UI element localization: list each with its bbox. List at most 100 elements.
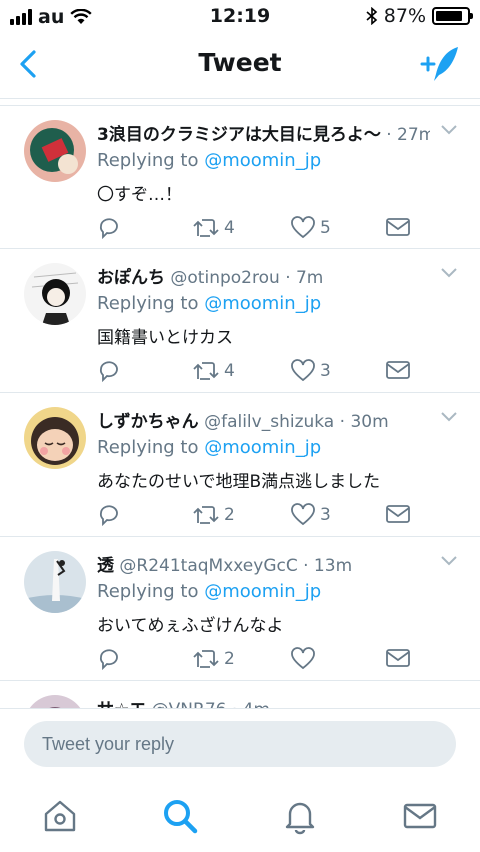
compose-tweet-icon[interactable] <box>420 44 462 84</box>
reply-icon <box>99 505 118 527</box>
replying-label: Replying to <box>97 293 205 314</box>
reply-icon <box>99 361 118 383</box>
reply-feed[interactable]: 3浪目のクラミジアは大目に見ろよ〜 · 27m Replying to @moo… <box>0 98 480 708</box>
like-button[interactable]: 5 <box>290 216 331 240</box>
tweet[interactable]: 透 @R241taqMxxeyGcC · 13m Replying to @mo… <box>0 537 480 681</box>
display-name[interactable]: 3浪目のクラミジアは大目に見ろよ〜 <box>97 125 381 145</box>
status-bar: au 12:19 87% <box>0 0 480 34</box>
mail-icon <box>386 218 410 236</box>
mention-link[interactable]: @moomin_jp <box>204 293 321 314</box>
retweet-icon <box>193 219 219 237</box>
retweet-button[interactable]: 4 <box>192 216 235 240</box>
retweet-icon <box>193 506 219 524</box>
like-count: 5 <box>320 218 331 238</box>
chevron-down-icon[interactable] <box>440 124 458 136</box>
like-button[interactable]: 3 <box>290 359 331 383</box>
avatar[interactable] <box>24 120 86 182</box>
retweet-button[interactable]: 2 <box>192 647 235 671</box>
display-name[interactable]: しずかちゃん <box>97 412 199 432</box>
direct-message-button[interactable] <box>385 647 411 669</box>
replying-label: Replying to <box>97 150 205 171</box>
timestamp: · 30m <box>339 412 389 432</box>
display-name[interactable]: おぽんち <box>97 268 165 288</box>
retweet-count: 4 <box>224 218 235 238</box>
heart-icon <box>291 503 315 526</box>
timestamp: · 27m <box>386 125 430 145</box>
tweet[interactable]: しずかちゃん @falilv_shizuka · 30m Replying to… <box>0 393 480 537</box>
tweet-text: あなたのせいで地理B満点逃しました <box>97 472 381 492</box>
avatar[interactable] <box>24 263 86 325</box>
tweet-header: おぽんち @otinpo2rou · 7m <box>97 263 430 288</box>
user-handle[interactable]: @VNR76 <box>152 700 227 708</box>
tweet-actions: 2 3 <box>97 503 417 531</box>
like-button[interactable]: 3 <box>290 503 331 527</box>
page-title: Tweet <box>198 48 282 77</box>
display-name[interactable]: 透 <box>97 556 114 576</box>
direct-message-button[interactable] <box>385 216 411 238</box>
tweet[interactable]: 3浪目のクラミジアは大目に見ろよ〜 · 27m Replying to @moo… <box>0 105 480 249</box>
battery-icon <box>432 7 473 25</box>
chevron-down-icon[interactable] <box>440 411 458 423</box>
tweet-actions: 2 <box>97 647 417 675</box>
tab-bar <box>0 780 480 852</box>
direct-message-button[interactable] <box>385 503 411 525</box>
bell-icon[interactable] <box>280 796 320 836</box>
tweet-text: おいてめぇふざけんなよ <box>97 616 284 636</box>
like-button[interactable] <box>290 647 320 671</box>
replying-to: Replying to @moomin_jp <box>97 293 321 314</box>
reply-button[interactable] <box>97 359 121 383</box>
reply-button[interactable] <box>97 216 121 240</box>
retweet-button[interactable]: 2 <box>192 503 235 527</box>
timestamp: · 7m <box>285 268 324 288</box>
retweet-button[interactable]: 4 <box>192 359 235 383</box>
avatar[interactable] <box>24 551 86 613</box>
mail-icon <box>386 649 410 667</box>
mention-link[interactable]: @moomin_jp <box>204 437 321 458</box>
tweet-header: サ☆エ @VNR76 · 4m <box>97 695 430 708</box>
user-handle[interactable]: @R241taqMxxeyGcC <box>119 556 297 576</box>
reply-input[interactable] <box>24 721 456 767</box>
chevron-down-icon[interactable] <box>440 555 458 567</box>
mention-link[interactable]: @moomin_jp <box>204 581 321 602</box>
reply-button[interactable] <box>97 647 121 671</box>
replying-to: Replying to @moomin_jp <box>97 437 321 458</box>
retweet-count: 4 <box>224 361 235 381</box>
reply-icon <box>99 218 118 240</box>
like-count: 3 <box>320 505 331 525</box>
search-icon[interactable] <box>160 796 200 836</box>
heart-icon <box>291 359 315 382</box>
bluetooth-icon <box>366 7 377 25</box>
battery-percent: 87% <box>383 5 426 27</box>
tweet-actions: 4 3 <box>97 359 417 387</box>
status-right: 87% <box>366 5 473 27</box>
reply-button[interactable] <box>97 503 121 527</box>
mention-link[interactable]: @moomin_jp <box>204 150 321 171</box>
display-name[interactable]: サ☆エ <box>97 700 146 708</box>
chevron-down-icon[interactable] <box>440 267 458 279</box>
reply-icon <box>99 649 118 671</box>
tweet[interactable]: サ☆エ @VNR76 · 4m <box>0 681 480 708</box>
replying-label: Replying to <box>97 581 205 602</box>
user-handle[interactable]: @otinpo2rou <box>170 268 279 288</box>
nav-bar: Tweet <box>0 34 480 94</box>
tweet-actions: 4 5 <box>97 216 417 244</box>
avatar[interactable] <box>24 407 86 469</box>
home-icon[interactable] <box>40 796 80 836</box>
tweet-text: 国籍書いとけカス <box>97 328 233 348</box>
user-handle[interactable]: @falilv_shizuka <box>204 412 334 432</box>
avatar[interactable] <box>24 695 86 708</box>
tweet-text: 〇すぞ…！ <box>97 185 182 205</box>
heart-icon <box>291 216 315 239</box>
reply-bar <box>0 708 480 780</box>
direct-message-button[interactable] <box>385 359 411 381</box>
retweet-icon <box>193 650 219 668</box>
replying-label: Replying to <box>97 437 205 458</box>
mail-icon <box>386 505 410 523</box>
retweet-count: 2 <box>224 505 235 525</box>
tweet-header: 3浪目のクラミジアは大目に見ろよ〜 · 27m <box>97 120 430 145</box>
retweet-count: 2 <box>224 649 235 669</box>
mail-icon[interactable] <box>400 796 440 836</box>
timestamp: · 4m <box>232 700 270 708</box>
tweet[interactable]: おぽんち @otinpo2rou · 7m Replying to @moomi… <box>0 249 480 393</box>
replying-to: Replying to @moomin_jp <box>97 150 321 171</box>
